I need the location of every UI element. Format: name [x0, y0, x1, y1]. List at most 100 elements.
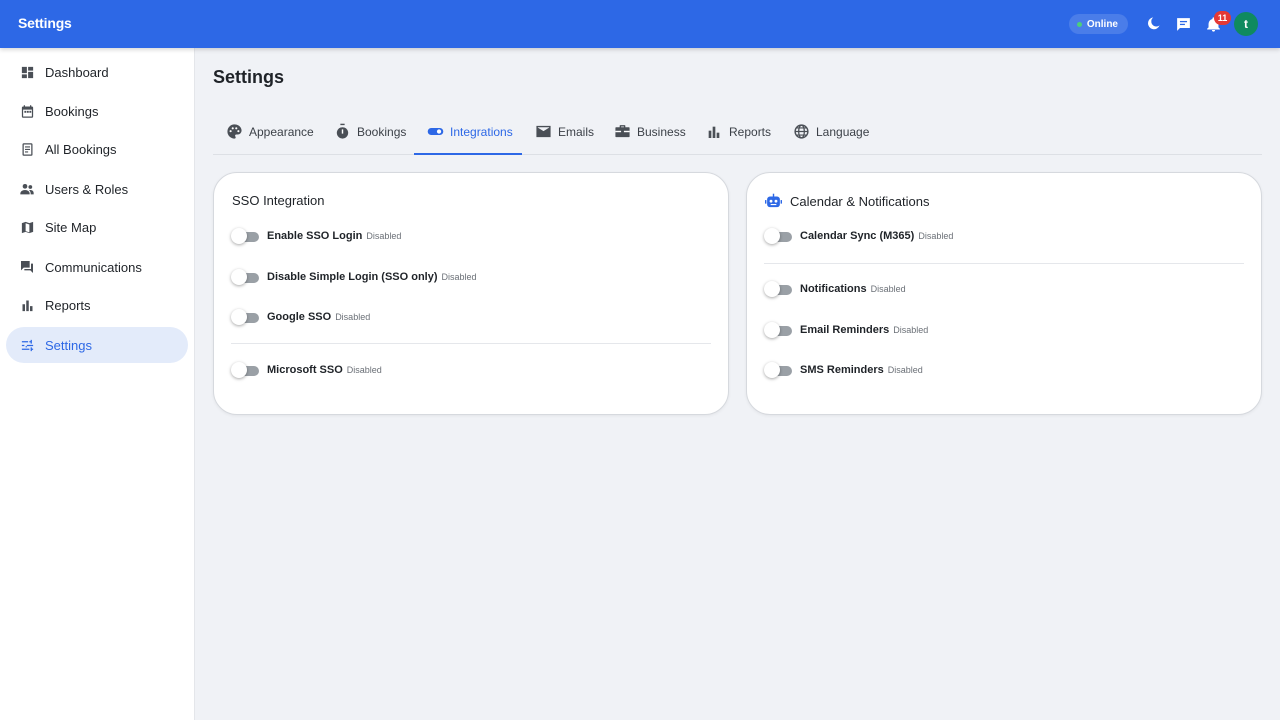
sidebar-item-bookings[interactable]: Bookings	[6, 93, 188, 129]
dashboard-icon	[19, 64, 35, 80]
toggle-thumb	[764, 322, 780, 338]
card-title: SSO Integration	[232, 193, 325, 208]
sidebar-item-label: Users & Roles	[45, 181, 129, 197]
tab-reports[interactable]: Reports	[705, 108, 771, 155]
tab-label: Reports	[729, 124, 772, 139]
sidebar-item-label: All Bookings	[45, 141, 117, 157]
toggle-thumb	[764, 281, 780, 297]
card-divider	[764, 263, 1244, 264]
map-icon	[19, 219, 35, 235]
setting-row-google-sso: Google SSO Disabled	[231, 307, 370, 327]
microsoft-sso-toggle[interactable]	[231, 362, 259, 378]
toggle-thumb	[764, 362, 780, 378]
sidebar-item-reports[interactable]: Reports	[6, 287, 188, 323]
chat-icon[interactable]	[1168, 9, 1198, 39]
setting-row-sms-reminders: SMS Reminders Disabled	[764, 360, 923, 380]
setting-label: Notifications	[800, 283, 867, 295]
setting-row-enable-sso-login: Enable SSO Login Disabled	[231, 226, 401, 246]
setting-row-notifications: Notifications Disabled	[764, 279, 906, 299]
setting-state: Disabled	[893, 325, 929, 335]
sidebar-item-users-roles[interactable]: Users & Roles	[6, 171, 188, 207]
setting-label: Enable SSO Login	[267, 230, 363, 242]
calendar-sync-toggle[interactable]	[764, 228, 792, 244]
status-label: Online	[1086, 18, 1118, 30]
sms-reminders-toggle[interactable]	[764, 362, 792, 378]
notifications-toggle[interactable]	[764, 281, 792, 297]
toggle-thumb	[231, 362, 247, 378]
tab-integrations[interactable]: Integrations	[426, 108, 513, 155]
moon-icon[interactable]	[1138, 9, 1168, 39]
setting-state: Disabled	[918, 231, 954, 241]
tab-appearance[interactable]: Appearance	[225, 108, 314, 155]
setting-state: Disabled	[366, 231, 402, 241]
people-icon	[19, 181, 35, 197]
robot-icon	[765, 193, 782, 210]
tab-business[interactable]: Business	[613, 108, 686, 155]
bar-chart-icon	[705, 123, 723, 141]
tab-label: Business	[637, 124, 686, 139]
mail-icon	[534, 123, 552, 141]
app-bar-actions: Online 11 t	[1068, 0, 1258, 48]
sidebar-item-label: Site Map	[45, 219, 97, 235]
sidebar-item-label: Bookings	[45, 103, 99, 119]
tab-label: Emails	[558, 124, 595, 139]
setting-label: SMS Reminders	[800, 364, 884, 376]
setting-label: Calendar Sync (M365)	[800, 230, 915, 242]
disable-simple-login-toggle[interactable]	[231, 269, 259, 285]
palette-icon	[225, 123, 243, 141]
toggle-thumb	[231, 228, 247, 244]
tab-label: Bookings	[357, 124, 407, 139]
email-reminders-toggle[interactable]	[764, 322, 792, 338]
toggle-thumb	[764, 228, 780, 244]
card-header: Calendar & Notifications	[765, 193, 929, 210]
sidebar-item-label: Settings	[45, 337, 92, 353]
setting-state: Disabled	[887, 365, 923, 375]
calendar-icon	[19, 103, 35, 119]
forum-icon	[19, 259, 35, 275]
setting-state: Disabled	[870, 284, 906, 294]
tab-language[interactable]: Language	[792, 108, 869, 155]
setting-state: Disabled	[441, 272, 477, 282]
sidebar-item-all-bookings[interactable]: All Bookings	[6, 131, 188, 167]
sso-integration-card: SSO Integration Enable SSO Login Disable…	[213, 172, 729, 415]
enable-sso-login-toggle[interactable]	[231, 228, 259, 244]
card-divider	[231, 343, 711, 344]
calendar-notifications-card: Calendar & Notifications Calendar Sync (…	[746, 172, 1262, 415]
briefcase-icon	[613, 123, 631, 141]
sidebar-item-site-map[interactable]: Site Map	[6, 209, 188, 245]
tune-icon	[19, 337, 35, 353]
tab-label: Language	[816, 124, 870, 139]
setting-row-email-reminders: Email Reminders Disabled	[764, 320, 928, 340]
tab-label: Integrations	[450, 124, 513, 139]
active-tab-indicator	[414, 153, 522, 155]
globe-icon	[792, 123, 810, 141]
sidebar-item-label: Dashboard	[45, 64, 109, 80]
setting-label: Email Reminders	[800, 324, 890, 336]
setting-row-disable-simple-login: Disable Simple Login (SSO only) Disabled	[231, 267, 477, 287]
tab-bookings[interactable]: Bookings	[333, 108, 406, 155]
setting-label: Microsoft SSO	[267, 364, 343, 376]
setting-row-microsoft-sso: Microsoft SSO Disabled	[231, 360, 382, 380]
tab-emails[interactable]: Emails	[534, 108, 594, 155]
tab-label: Appearance	[249, 124, 314, 139]
toggle-thumb	[231, 269, 247, 285]
bell-icon[interactable]: 11	[1198, 9, 1231, 39]
app-bar: Settings Online 11 t	[0, 0, 1280, 48]
status-dot	[1076, 21, 1082, 27]
sidebar-item-label: Communications	[45, 259, 142, 275]
setting-state: Disabled	[346, 365, 382, 375]
settings-tabs: Appearance Bookings Integrations Emails …	[213, 108, 1262, 155]
book-icon	[19, 141, 35, 157]
notification-badge: 11	[1214, 11, 1231, 25]
card-title: Calendar & Notifications	[790, 194, 930, 209]
sidebar-item-communications[interactable]: Communications	[6, 249, 188, 285]
sidebar-item-dashboard[interactable]: Dashboard	[6, 54, 188, 90]
avatar[interactable]: t	[1234, 12, 1258, 36]
google-sso-toggle[interactable]	[231, 309, 259, 325]
app-title: Settings	[18, 15, 72, 31]
sidebar-item-label: Reports	[45, 297, 91, 313]
toggle-thumb	[231, 309, 247, 325]
sidebar-item-settings[interactable]: Settings	[6, 327, 188, 363]
setting-row-calendar-sync: Calendar Sync (M365) Disabled	[764, 226, 953, 246]
status-chip[interactable]: Online	[1068, 14, 1128, 34]
